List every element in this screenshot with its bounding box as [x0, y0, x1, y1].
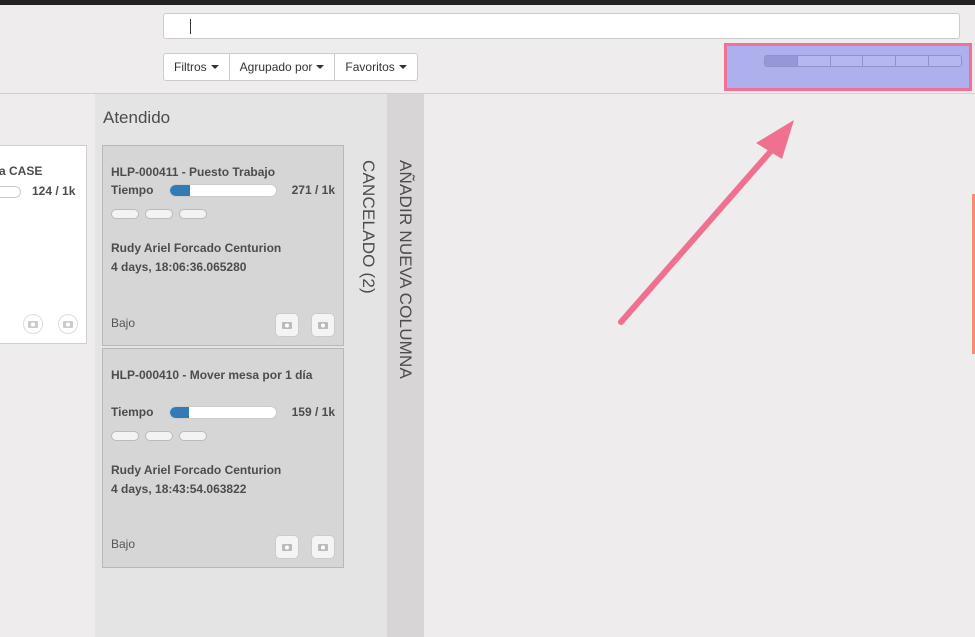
card-title: a CASE: [0, 164, 43, 178]
view-button[interactable]: [829, 56, 863, 66]
tag[interactable]: [145, 209, 173, 219]
progress-bar: [0, 186, 21, 198]
groupby-dropdown[interactable]: Agrupado por: [228, 53, 336, 81]
priority: Bajo: [111, 537, 136, 551]
time-label: Tiempo: [111, 183, 154, 197]
tag-list: [111, 431, 207, 441]
camera-icon[interactable]: [311, 535, 335, 559]
view-button[interactable]: [928, 56, 961, 66]
filters-dropdown[interactable]: Filtros: [163, 53, 230, 81]
camera-icon[interactable]: [23, 314, 43, 334]
filters-label: Filtros: [174, 60, 207, 74]
progress-label: 271 / 1k: [291, 183, 335, 197]
camera-icon[interactable]: [311, 313, 335, 337]
groupby-label: Agrupado por: [239, 60, 313, 74]
tag[interactable]: [179, 431, 207, 441]
kanban-card[interactable]: HLP-000411 - Puesto Trabajo Tiempo 271 /…: [102, 145, 344, 346]
camera-icon[interactable]: [275, 313, 299, 337]
view-button[interactable]: [862, 56, 895, 66]
progress-label: 124 / 1k: [32, 184, 76, 198]
kanban-card[interactable]: a CASE 124 / 1k: [0, 145, 87, 344]
view-button[interactable]: [796, 56, 830, 66]
progress-fill: [170, 407, 190, 418]
camera-icon[interactable]: [58, 314, 78, 334]
add-column-label: AÑADIR NUEVA COLUMNA: [396, 160, 415, 380]
tag-list: [111, 209, 207, 219]
favorites-label: Favoritos: [345, 60, 395, 74]
tag[interactable]: [111, 209, 139, 219]
column-title[interactable]: Atendido: [103, 108, 170, 128]
assigned-user: Rudy Ariel Forcado Centurion: [111, 241, 282, 255]
assigned-user: Rudy Ariel Forcado Centurion: [111, 463, 282, 477]
highlight-box: [724, 43, 972, 91]
tag[interactable]: [145, 431, 173, 441]
progress-bar: [169, 184, 277, 197]
camera-icon[interactable]: [275, 535, 299, 559]
tag[interactable]: [179, 209, 207, 219]
time-label: Tiempo: [111, 405, 154, 419]
caret-down-icon: [210, 65, 219, 69]
kanban-card[interactable]: HLP-000410 - Mover mesa por 1 día Tiempo…: [102, 348, 344, 568]
kanban-column-cancelado-folded[interactable]: CANCELADO (2): [351, 94, 387, 637]
text-cursor: [190, 19, 191, 34]
card-title: HLP-000410 - Mover mesa por 1 día: [111, 368, 313, 382]
duration: 4 days, 18:06:36.065280: [111, 260, 247, 274]
column-title: CANCELADO (2): [359, 160, 378, 294]
kanban-column-atendido: Atendido HLP-000411 - Puesto Trabajo Tie…: [95, 94, 351, 637]
view-button[interactable]: [895, 56, 928, 66]
progress-label: 159 / 1k: [291, 405, 335, 419]
duration: 4 days, 18:43:54.063822: [111, 482, 247, 496]
priority: Bajo: [111, 316, 136, 330]
kanban-column-partial: a CASE 124 / 1k: [0, 94, 95, 637]
search-input[interactable]: [163, 13, 960, 39]
progress-fill: [170, 185, 191, 196]
view-switcher[interactable]: [764, 55, 962, 67]
search-options: Filtros Agrupado por Favoritos: [163, 53, 418, 81]
favorites-dropdown[interactable]: Favoritos: [334, 53, 418, 81]
caret-down-icon: [316, 65, 325, 69]
caret-down-icon: [398, 65, 407, 69]
card-title: HLP-000411 - Puesto Trabajo: [111, 165, 276, 179]
tag[interactable]: [111, 431, 139, 441]
add-column-button[interactable]: AÑADIR NUEVA COLUMNA: [387, 94, 424, 637]
view-button[interactable]: [765, 56, 797, 66]
progress-bar: [169, 406, 277, 419]
kanban-board: a CASE 124 / 1k Atendido HLP-000411 - Pu…: [0, 94, 975, 637]
